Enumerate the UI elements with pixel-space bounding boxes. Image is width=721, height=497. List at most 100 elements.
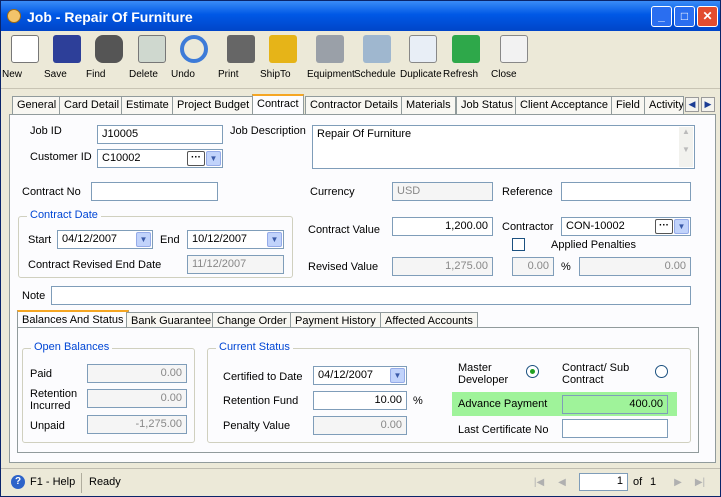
unpaid-field: -1,275.00: [87, 415, 187, 434]
end-date-value: 10/12/2007: [192, 233, 248, 245]
penalty-amount-field: 0.00: [512, 257, 554, 276]
applied-penalties-checkbox[interactable]: [512, 238, 525, 251]
tab-client-acceptance[interactable]: Client Acceptance: [515, 96, 614, 114]
current-status-title: Current Status: [216, 341, 293, 353]
note-field[interactable]: [51, 286, 691, 305]
close-button[interactable]: Close: [491, 33, 537, 87]
start-label: Start: [28, 234, 52, 246]
tab-materials[interactable]: Materials: [401, 96, 456, 114]
next-page-button[interactable]: ▶: [669, 474, 687, 492]
chevron-down-icon[interactable]: ▼: [136, 232, 151, 247]
customer-id-label: Customer ID: [30, 151, 92, 163]
reference-label: Reference: [502, 186, 553, 198]
undo-button[interactable]: Undo: [171, 33, 217, 87]
paid-label: Paid: [30, 368, 53, 380]
maximize-button[interactable]: □: [674, 6, 695, 27]
job-description-field[interactable]: Repair Of Furniture ▲ ▼: [312, 125, 695, 169]
open-balances-title: Open Balances: [31, 341, 113, 353]
help-hint: F1 - Help: [30, 476, 76, 488]
duplicate-button[interactable]: Duplicate: [400, 33, 446, 87]
title-bar: Job - Repair Of Furniture _ □ ✕: [1, 1, 720, 31]
tab-project-budget[interactable]: Project Budget: [172, 96, 255, 114]
certified-date-picker[interactable]: 04/12/2007 ▼: [313, 366, 407, 385]
subcontract-radio[interactable]: [655, 365, 668, 378]
job-id-label: Job ID: [30, 125, 62, 137]
binoculars-icon: [95, 35, 123, 63]
chevron-down-icon[interactable]: ▼: [206, 151, 221, 166]
print-button[interactable]: Print: [218, 33, 264, 87]
tab-contractor-details[interactable]: Contractor Details: [305, 96, 404, 114]
tab-card-detail[interactable]: Card Detail: [59, 96, 125, 114]
job-id-field[interactable]: J10005: [97, 125, 223, 144]
forklift-icon: [269, 35, 297, 63]
revised-end-field: 11/12/2007: [187, 255, 284, 274]
equipment-button[interactable]: Equipment: [307, 33, 355, 87]
penalty-value-field: 0.00: [313, 416, 407, 435]
advance-payment-label: Advance Payment: [458, 398, 548, 410]
app-icon: [7, 9, 21, 23]
description-scrollbar[interactable]: ▲ ▼: [679, 127, 693, 167]
last-page-button[interactable]: ▶|: [691, 474, 709, 492]
find-button[interactable]: Find: [86, 33, 132, 87]
customer-id-combo[interactable]: C10002 ··· ▼: [97, 149, 223, 168]
page-of-label: of: [633, 476, 643, 488]
percent-sign: %: [561, 261, 571, 273]
close-window-button[interactable]: ✕: [697, 6, 718, 27]
help-icon[interactable]: ?: [11, 475, 25, 489]
previous-page-button[interactable]: ◀: [553, 474, 571, 492]
tab-general[interactable]: General: [12, 96, 62, 114]
tab-field[interactable]: Field: [611, 96, 645, 114]
chevron-down-icon[interactable]: ▼: [390, 368, 405, 383]
new-icon: [11, 35, 39, 63]
retention-fund-label: Retention Fund: [223, 395, 299, 407]
new-button[interactable]: New: [2, 33, 48, 87]
retention-field: 0.00: [87, 389, 187, 408]
job-description-value: Repair Of Furniture: [317, 128, 412, 140]
tab-scroll-right-button[interactable]: ▶: [701, 97, 715, 112]
status-divider: [81, 473, 82, 493]
tab-activity[interactable]: Activity: [644, 96, 684, 114]
start-date-picker[interactable]: 04/12/2007 ▼: [57, 230, 153, 249]
schedule-button[interactable]: Schedule: [354, 33, 400, 87]
main-tabs: General Card Detail Estimate Project Bud…: [9, 94, 719, 115]
save-button[interactable]: Save: [44, 33, 90, 87]
retention-fund-field[interactable]: 10.00: [313, 391, 407, 410]
window-title: Job - Repair Of Furniture: [27, 9, 193, 25]
reference-field[interactable]: [561, 182, 691, 201]
retention-label: Retention Incurred: [30, 388, 78, 412]
page-number-field[interactable]: 1: [579, 473, 628, 491]
retention-percent-sign: %: [413, 395, 423, 407]
duplicate-icon: [409, 35, 437, 63]
contractor-value: CON-10002: [566, 220, 625, 232]
chevron-down-icon[interactable]: ▼: [674, 219, 689, 234]
last-certificate-label: Last Certificate No: [458, 424, 549, 436]
contractor-combo[interactable]: CON-10002 ··· ▼: [561, 217, 691, 236]
refresh-icon: [452, 35, 480, 63]
last-certificate-field[interactable]: [562, 419, 668, 438]
advance-payment-field[interactable]: 400.00: [562, 395, 668, 414]
job-description-label: Job Description: [230, 125, 306, 137]
tab-contract[interactable]: Contract: [252, 94, 304, 115]
refresh-button[interactable]: Refresh: [443, 33, 489, 87]
save-icon: [53, 35, 81, 63]
contract-value-field[interactable]: 1,200.00: [392, 217, 493, 236]
shipto-button[interactable]: ShipTo: [260, 33, 306, 87]
first-page-button[interactable]: |◀: [530, 474, 548, 492]
minimize-button[interactable]: _: [651, 6, 672, 27]
contract-no-field[interactable]: [91, 182, 218, 201]
page-total: 1: [650, 476, 657, 488]
contractor-lookup-button[interactable]: ···: [655, 219, 673, 234]
certified-label: Certified to Date: [223, 371, 303, 383]
tab-job-status[interactable]: Job Status: [456, 96, 518, 114]
close-icon: [500, 35, 528, 63]
chevron-down-icon[interactable]: ▼: [267, 232, 282, 247]
master-developer-label: Master Developer: [458, 362, 509, 386]
customer-lookup-button[interactable]: ···: [187, 151, 205, 166]
calendar-icon: [363, 35, 391, 63]
tab-scroll-left-button[interactable]: ◀: [685, 97, 699, 112]
delete-button[interactable]: Delete: [129, 33, 175, 87]
tab-estimate[interactable]: Estimate: [121, 96, 174, 114]
end-date-picker[interactable]: 10/12/2007 ▼: [187, 230, 284, 249]
job-window: Job - Repair Of Furniture _ □ ✕ New Save…: [0, 0, 721, 497]
master-developer-radio[interactable]: [526, 365, 539, 378]
